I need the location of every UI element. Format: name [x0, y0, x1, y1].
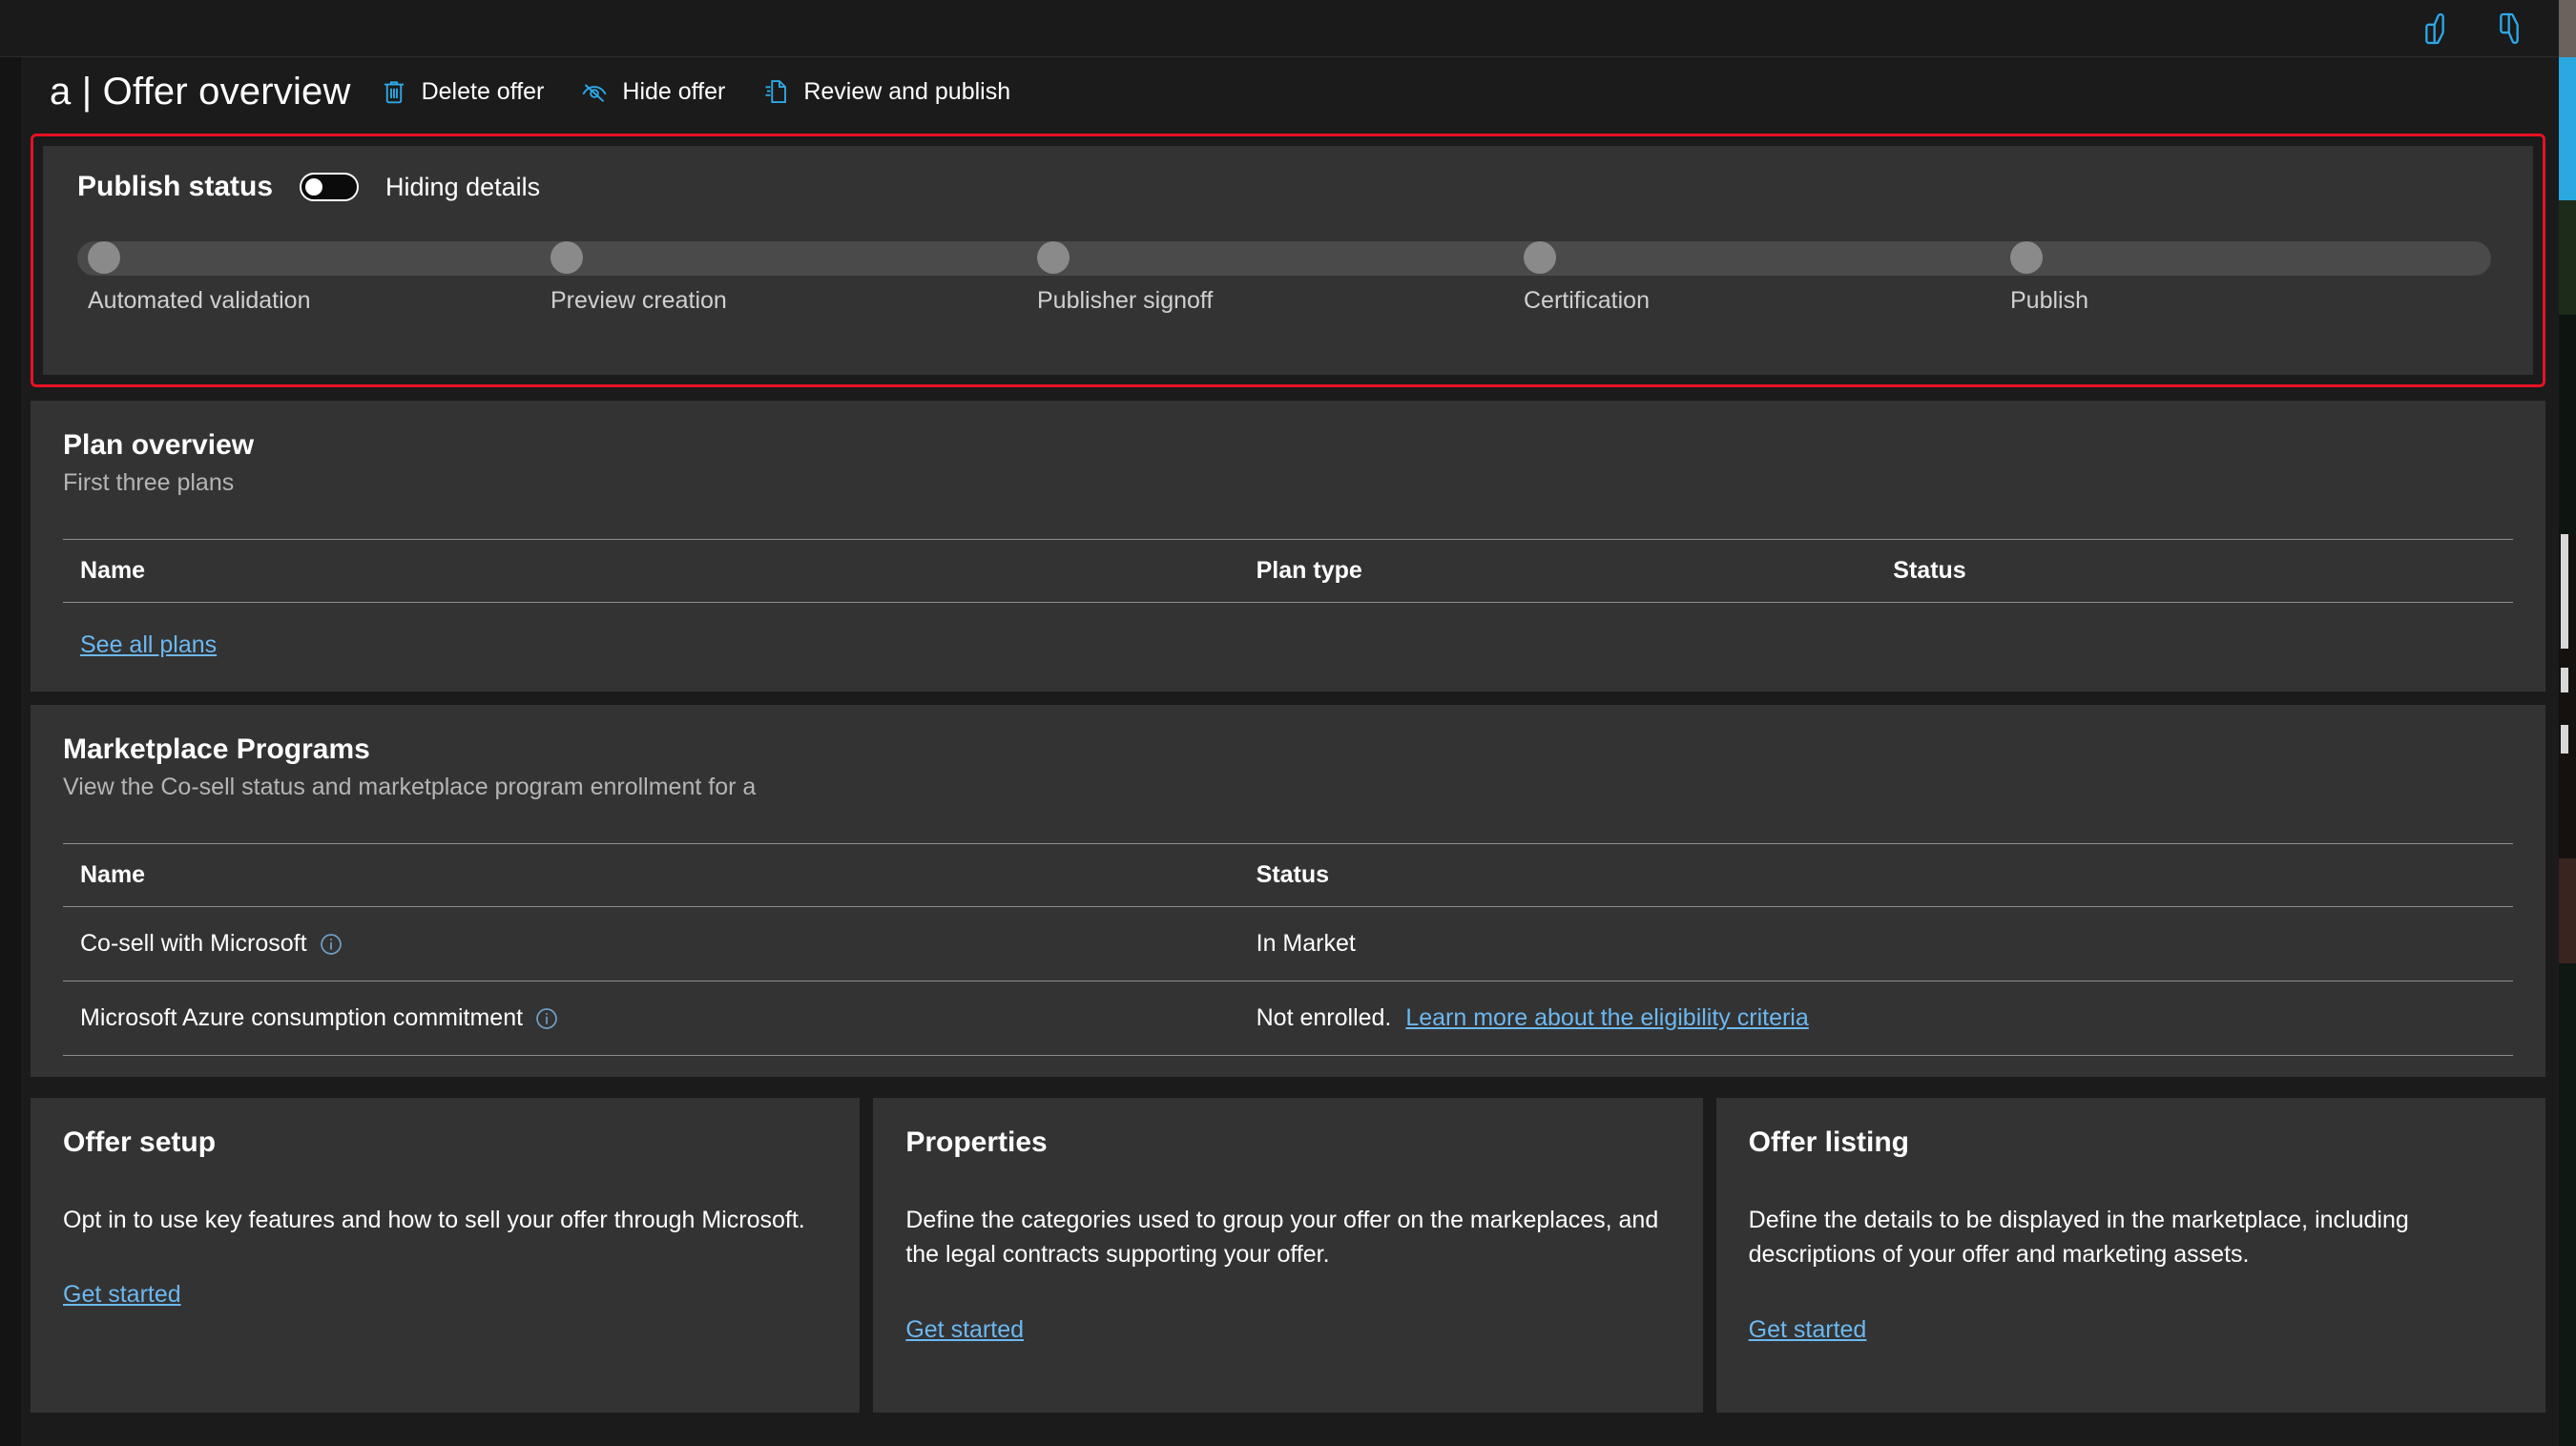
column-header-status[interactable]: Status [1238, 843, 2513, 907]
marketplace-programs-table-body: Co-sell with Microsoft In Market Microso… [63, 906, 2513, 1056]
tile-title: Offer listing [1748, 1126, 1909, 1158]
table-header-row: Name Plan type Status [63, 539, 2513, 603]
tile-offer-listing: Offer listing Define the details to be d… [1715, 1098, 2545, 1413]
marketplace-programs-subtitle: View the Co-sell status and marketplace … [63, 774, 757, 800]
review-and-publish-button[interactable]: Review and publish [761, 76, 1010, 107]
step-dot [2010, 241, 2043, 274]
info-icon[interactable] [534, 1006, 559, 1031]
hiding-details-toggle[interactable] [300, 173, 360, 201]
step-label: Certification [1524, 287, 1650, 314]
cell-program-name: Microsoft Azure consumption commitment [63, 981, 1239, 1056]
review-and-publish-label: Review and publish [803, 77, 1011, 105]
step-label: Publish [2010, 287, 2088, 314]
column-header-status[interactable]: Status [1876, 539, 2513, 603]
command-bar-actions: Delete offer Hide offer Review and publi… [380, 76, 1010, 107]
delete-offer-button[interactable]: Delete offer [380, 76, 545, 107]
marketplace-programs-card: Marketplace Programs View the Co-sell st… [31, 705, 2545, 1077]
tile-title: Offer setup [63, 1126, 217, 1158]
program-name-label: Co-sell with Microsoft [80, 930, 307, 957]
program-name-label: Microsoft Azure consumption commitment [80, 1004, 524, 1031]
plan-overview-subtitle: First three plans [63, 469, 235, 496]
step-label: Preview creation [551, 287, 727, 314]
info-icon[interactable] [319, 932, 343, 957]
eye-off-icon [580, 76, 609, 107]
step-dot [1037, 241, 1070, 274]
app-root: a | Offer overview Delete offer Hide off… [0, 0, 2576, 1446]
column-header-plan-type[interactable]: Plan type [1238, 539, 1877, 603]
command-bar: a | Offer overview Delete offer Hide off… [21, 57, 2559, 126]
tile-offer-setup: Offer setup Opt in to use key features a… [31, 1098, 861, 1413]
marketplace-programs-title: Marketplace Programs [63, 733, 370, 765]
progress-step-preview-creation[interactable]: Preview creation [551, 241, 727, 314]
left-gutter [0, 57, 21, 1446]
eligibility-criteria-link[interactable]: Learn more about the eligibility criteri… [1405, 1004, 1808, 1031]
status-text: Not enrolled. [1256, 1004, 1392, 1031]
page-title: a | Offer overview [50, 70, 351, 113]
progress-step-publisher-signoff[interactable]: Publisher signoff [1037, 241, 1213, 314]
step-label: Publisher signoff [1037, 287, 1214, 314]
desktop-background-strip [2559, 0, 2576, 1446]
see-all-plans-link[interactable]: See all plans [80, 631, 217, 658]
status-text: In Market [1256, 930, 1356, 957]
progress-step-automated-validation[interactable]: Automated validation [88, 241, 310, 314]
publish-progress: Automated validation Preview creation Pu… [77, 241, 2499, 337]
properties-get-started-link[interactable]: Get started [905, 1316, 1024, 1344]
toggle-knob [305, 178, 323, 196]
column-header-name[interactable]: Name [63, 843, 1239, 907]
tile-properties: Properties Define the categories used to… [873, 1098, 1703, 1413]
see-all-plans-row: See all plans [63, 603, 2513, 692]
offer-overview-page: a | Offer overview Delete offer Hide off… [21, 57, 2559, 1446]
progress-step-publish[interactable]: Publish [2010, 241, 2088, 314]
table-header-row: Name Status [63, 843, 2513, 907]
table-row: Microsoft Azure consumption commitment N… [63, 981, 2513, 1056]
tile-title: Properties [905, 1126, 1048, 1158]
table-row: Co-sell with Microsoft In Market [63, 906, 2513, 981]
thumbs-down-icon[interactable] [2498, 10, 2536, 48]
step-dot [551, 241, 583, 274]
top-bar [0, 0, 2559, 57]
plan-overview-table: Name Plan type Status [63, 539, 2513, 603]
marketplace-programs-table: Name Status Co-sell with Microsoft In Ma… [63, 843, 2513, 1056]
progress-track [77, 241, 2491, 276]
document-icon [761, 76, 790, 107]
tile-body: Define the categories used to group your… [905, 1207, 1659, 1269]
step-dot [88, 241, 120, 274]
cell-program-status: In Market [1238, 906, 2513, 981]
feedback-buttons [2423, 0, 2536, 57]
publish-status-header: Publish status Hiding details [77, 171, 2499, 203]
offer-listing-get-started-link[interactable]: Get started [1749, 1316, 1867, 1344]
offer-setup-get-started-link[interactable]: Get started [63, 1281, 181, 1309]
tile-body: Opt in to use key features and how to se… [63, 1207, 805, 1233]
thumbs-up-icon[interactable] [2423, 10, 2462, 48]
step-label: Automated validation [88, 287, 311, 314]
trash-icon [380, 76, 408, 107]
setup-tiles: Offer setup Opt in to use key features a… [31, 1098, 2545, 1413]
progress-step-certification[interactable]: Certification [1524, 241, 1650, 314]
publish-status-card: Publish status Hiding details Automated … [43, 146, 2533, 375]
plan-overview-title: Plan overview [63, 429, 255, 461]
column-header-name[interactable]: Name [63, 539, 1239, 603]
plan-overview-card: Plan overview First three plans Name Pla… [31, 401, 2545, 692]
hide-offer-button[interactable]: Hide offer [580, 76, 725, 107]
step-dot [1524, 241, 1556, 274]
publish-status-focus-ring: Publish status Hiding details Automated … [31, 134, 2545, 387]
cell-program-name: Co-sell with Microsoft [63, 906, 1239, 981]
hiding-details-label: Hiding details [385, 172, 541, 201]
hide-offer-label: Hide offer [622, 77, 726, 105]
delete-offer-label: Delete offer [421, 77, 545, 105]
cell-program-status: Not enrolled. Learn more about the eligi… [1238, 981, 2513, 1056]
publish-status-title: Publish status [77, 171, 274, 202]
tile-body: Define the details to be displayed in th… [1748, 1207, 2409, 1269]
